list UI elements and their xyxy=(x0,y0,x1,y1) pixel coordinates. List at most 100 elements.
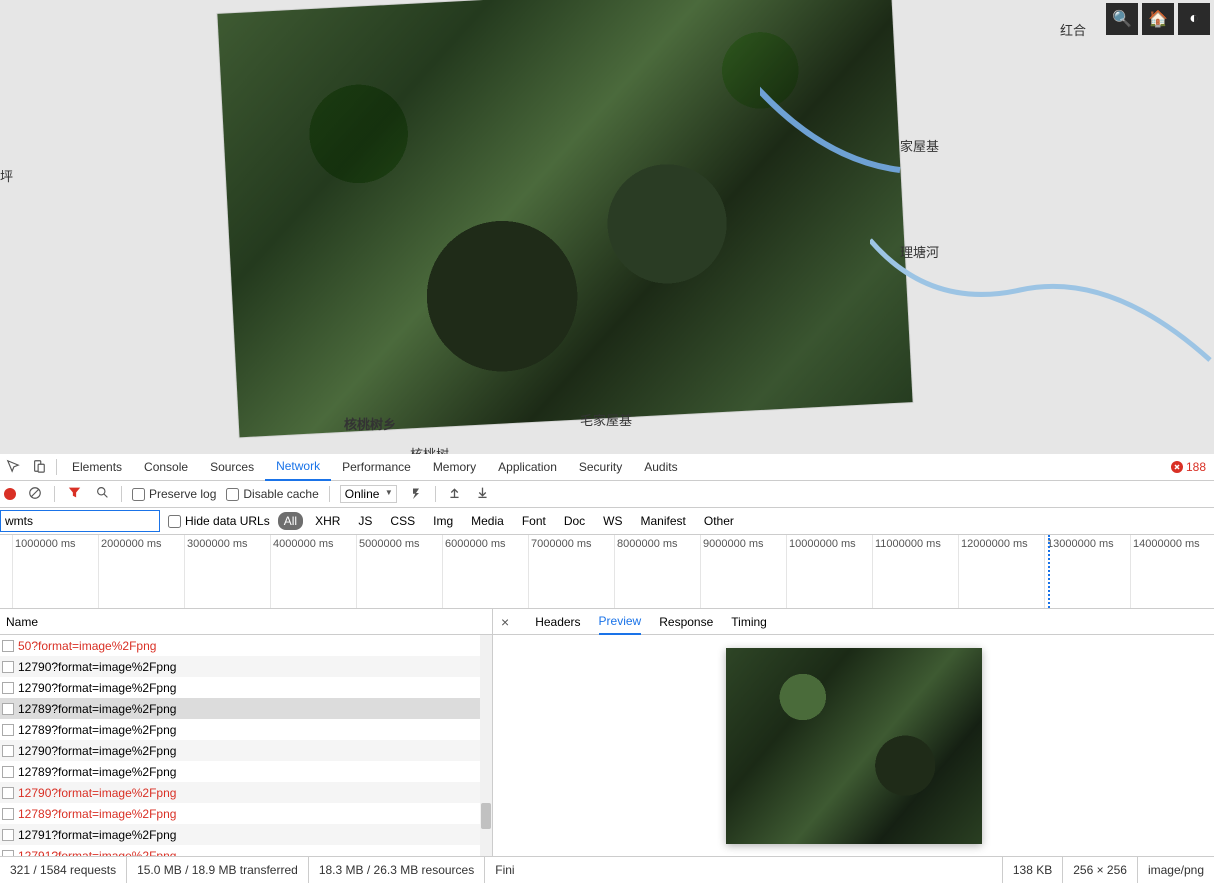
network-timeline[interactable]: 1000000 ms2000000 ms3000000 ms4000000 ms… xyxy=(0,535,1214,609)
detail-tab-timing[interactable]: Timing xyxy=(731,609,767,635)
request-row[interactable]: 12789?format=image%2Fpng xyxy=(0,719,480,740)
home-icon: 🏠 xyxy=(1148,9,1168,29)
filter-chip-all[interactable]: All xyxy=(278,512,303,530)
tab-memory[interactable]: Memory xyxy=(422,454,487,481)
more-network-icon[interactable] xyxy=(407,487,425,502)
timeline-tick: 7000000 ms xyxy=(528,535,529,608)
timeline-tick: 14000000 ms xyxy=(1130,535,1131,608)
request-name: 12790?format=image%2Fpng xyxy=(18,660,176,674)
tab-performance[interactable]: Performance xyxy=(331,454,422,481)
request-row[interactable]: 50?format=image%2Fpng xyxy=(0,635,480,656)
filter-chip-media[interactable]: Media xyxy=(465,512,510,530)
timeline-current-marker[interactable] xyxy=(1048,535,1050,608)
river-overlay-2 xyxy=(870,220,1214,420)
request-row[interactable]: 12789?format=image%2Fpng xyxy=(0,761,480,782)
map-label: 核桃树 xyxy=(410,444,449,454)
search-icon[interactable] xyxy=(93,486,111,502)
request-row[interactable]: 12791?format=image%2Fpng xyxy=(0,824,480,845)
clear-button[interactable] xyxy=(26,486,44,503)
map-search-button[interactable]: 🔍 xyxy=(1106,3,1138,35)
request-row[interactable]: 12790?format=image%2Fpng xyxy=(0,740,480,761)
detail-tab-response[interactable]: Response xyxy=(659,609,713,635)
filter-chip-manifest[interactable]: Manifest xyxy=(635,512,692,530)
timeline-tick: 8000000 ms xyxy=(614,535,615,608)
row-checkbox[interactable] xyxy=(2,724,14,736)
timeline-tick: 11000000 ms xyxy=(872,535,873,608)
filter-chip-doc[interactable]: Doc xyxy=(558,512,591,530)
hide-data-urls-checkbox[interactable]: Hide data URLs xyxy=(168,514,270,528)
status-cell: 15.0 MB / 18.9 MB transferred xyxy=(127,857,309,883)
scrollbar-thumb[interactable] xyxy=(481,803,491,829)
map-globe-button[interactable]: ◐ xyxy=(1178,3,1210,35)
row-checkbox[interactable] xyxy=(2,808,14,820)
request-list-header[interactable]: Name xyxy=(0,609,492,635)
tab-audits[interactable]: Audits xyxy=(633,454,688,481)
request-name: 12789?format=image%2Fpng xyxy=(18,702,176,716)
timeline-tick: 12000000 ms xyxy=(958,535,959,608)
status-cell: Fini xyxy=(485,857,524,883)
row-checkbox[interactable] xyxy=(2,745,14,757)
throttling-select[interactable]: Online xyxy=(340,485,397,503)
request-name: 12789?format=image%2Fpng xyxy=(18,807,176,821)
row-checkbox[interactable] xyxy=(2,640,14,652)
device-toolbar-icon[interactable] xyxy=(26,459,52,476)
request-name: 12789?format=image%2Fpng xyxy=(18,723,176,737)
tab-application[interactable]: Application xyxy=(487,454,568,481)
export-har-icon[interactable] xyxy=(474,486,492,502)
filter-chip-js[interactable]: JS xyxy=(352,512,378,530)
map-viewport[interactable]: 坪 红合 家屋基 理塘河 毛家屋基 核桃树 核桃树乡 🔍 🏠 ◐ xyxy=(0,0,1214,454)
detail-tab-headers[interactable]: Headers xyxy=(535,609,580,635)
close-detail-icon[interactable]: × xyxy=(501,614,509,630)
preserve-log-label: Preserve log xyxy=(149,487,216,501)
hide-data-urls-label: Hide data URLs xyxy=(185,514,270,528)
row-checkbox[interactable] xyxy=(2,682,14,694)
filter-chip-font[interactable]: Font xyxy=(516,512,552,530)
import-har-icon[interactable] xyxy=(446,486,464,502)
tab-elements[interactable]: Elements xyxy=(61,454,133,481)
detail-tab-preview[interactable]: Preview xyxy=(599,609,642,635)
filter-chip-img[interactable]: Img xyxy=(427,512,459,530)
row-checkbox[interactable] xyxy=(2,787,14,799)
request-name: 50?format=image%2Fpng xyxy=(18,639,156,653)
request-row[interactable]: 12790?format=image%2Fpng xyxy=(0,677,480,698)
record-button[interactable] xyxy=(4,488,16,500)
preserve-log-checkbox[interactable]: Preserve log xyxy=(132,487,216,501)
row-checkbox[interactable] xyxy=(2,850,14,857)
tab-console[interactable]: Console xyxy=(133,454,199,481)
row-checkbox[interactable] xyxy=(2,829,14,841)
request-name: 12790?format=image%2Fpng xyxy=(18,786,176,800)
request-row[interactable]: 12790?format=image%2Fpng xyxy=(0,656,480,677)
search-icon: 🔍 xyxy=(1112,9,1132,29)
network-body: Name 50?format=image%2Fpng 12790?format=i… xyxy=(0,609,1214,856)
request-list-scrollbar[interactable] xyxy=(480,635,492,856)
map-home-button[interactable]: 🏠 xyxy=(1142,3,1174,35)
disable-cache-checkbox[interactable]: Disable cache xyxy=(226,487,318,501)
filter-chip-css[interactable]: CSS xyxy=(384,512,421,530)
network-toolbar: Preserve log Disable cache Online xyxy=(0,481,1214,508)
row-checkbox[interactable] xyxy=(2,703,14,715)
filter-input[interactable] xyxy=(0,510,160,532)
request-row[interactable]: 12791?format=image%2Fpng xyxy=(0,845,480,856)
error-count-badge[interactable]: 188 xyxy=(1171,460,1214,474)
status-bar: 321 / 1584 requests15.0 MB / 18.9 MB tra… xyxy=(0,856,1214,883)
inspect-element-icon[interactable] xyxy=(0,459,26,476)
aerial-imagery-tile xyxy=(217,0,912,437)
request-name: 12791?format=image%2Fpng xyxy=(18,828,176,842)
filter-toggle-icon[interactable] xyxy=(65,486,83,502)
tab-sources[interactable]: Sources xyxy=(199,454,265,481)
filter-chip-other[interactable]: Other xyxy=(698,512,740,530)
request-row[interactable]: 12790?format=image%2Fpng xyxy=(0,782,480,803)
request-list-panel: Name 50?format=image%2Fpng 12790?format=i… xyxy=(0,609,493,856)
row-checkbox[interactable] xyxy=(2,766,14,778)
row-checkbox[interactable] xyxy=(2,661,14,673)
timeline-tick: 9000000 ms xyxy=(700,535,701,608)
tab-security[interactable]: Security xyxy=(568,454,633,481)
request-row[interactable]: 12789?format=image%2Fpng xyxy=(0,698,480,719)
detail-tab-bar: × Headers Preview Response Timing xyxy=(493,609,1214,635)
tab-network[interactable]: Network xyxy=(265,454,331,481)
timeline-tick: 5000000 ms xyxy=(356,535,357,608)
request-row[interactable]: 12789?format=image%2Fpng xyxy=(0,803,480,824)
filter-chip-ws[interactable]: WS xyxy=(597,512,628,530)
request-detail-panel: × Headers Preview Response Timing xyxy=(493,609,1214,856)
filter-chip-xhr[interactable]: XHR xyxy=(309,512,346,530)
